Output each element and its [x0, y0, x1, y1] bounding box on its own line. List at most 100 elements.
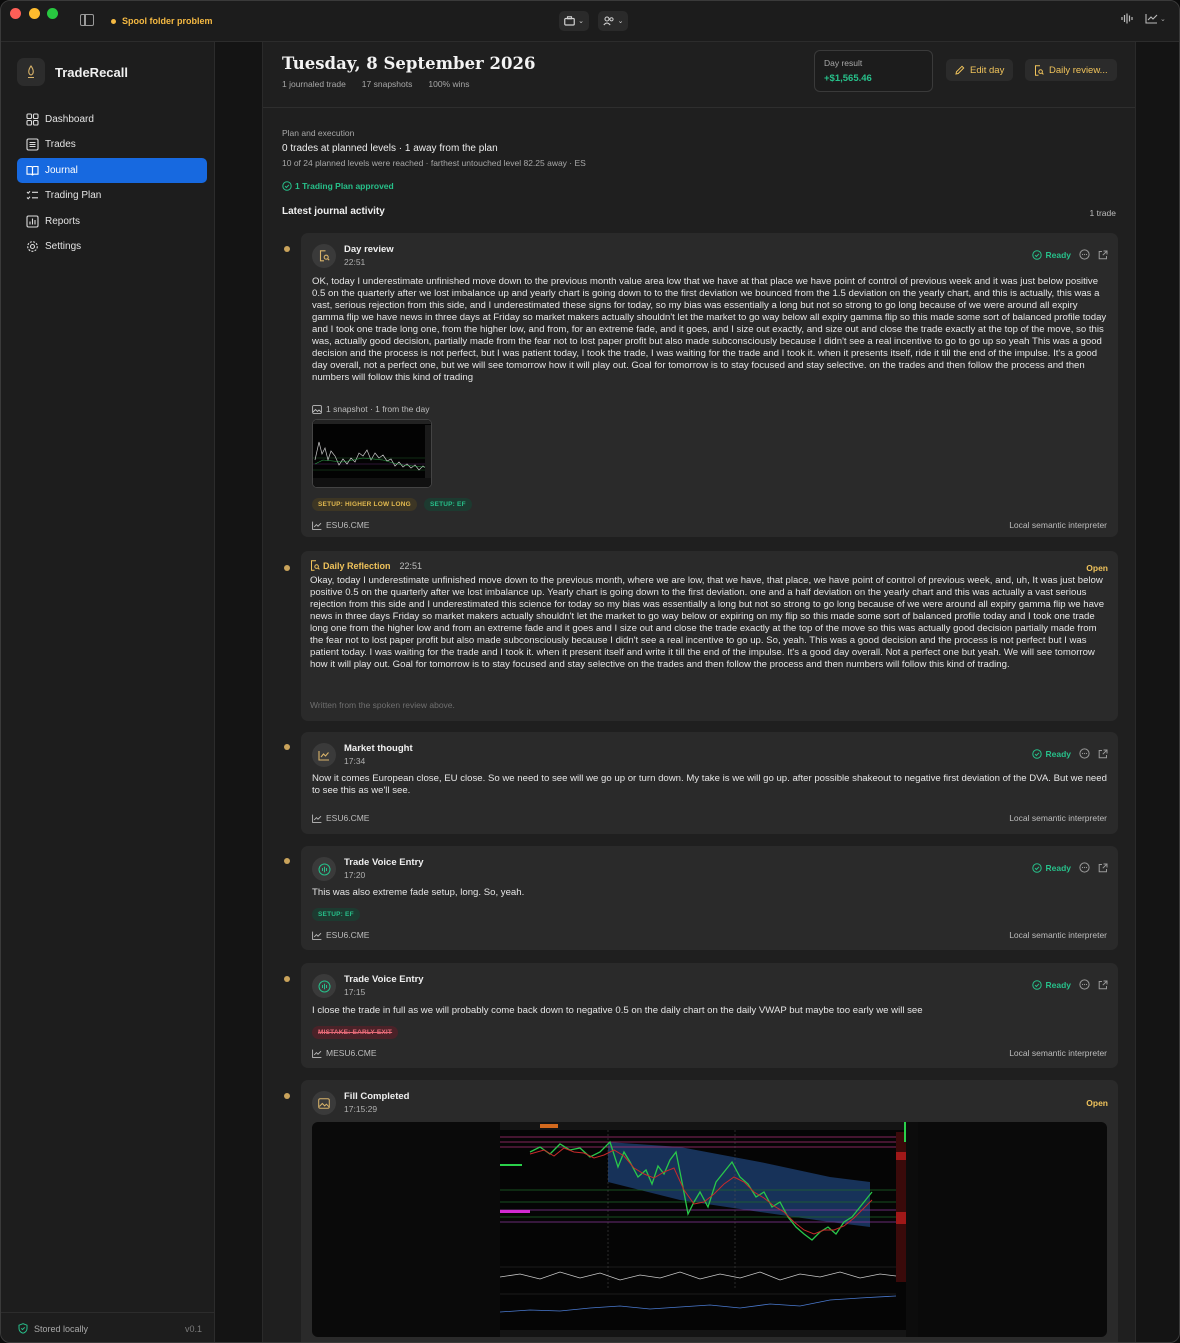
more-options-icon[interactable] — [1079, 862, 1090, 873]
line-chart-icon — [312, 1049, 322, 1058]
entry-status: Ready — [1032, 249, 1108, 260]
check-circle-icon — [1032, 249, 1043, 260]
entry-body: This was also extreme fade setup, long. … — [312, 887, 525, 898]
entry-title: Daily Reflection — [323, 560, 391, 571]
chart-menu-button[interactable]: ⌄ — [1145, 13, 1166, 24]
document-search-icon — [1034, 64, 1044, 76]
sidebar-item-dashboard[interactable]: Dashboard — [17, 107, 207, 132]
plan-approved-label: 1 Trading Plan approved — [295, 181, 394, 191]
more-options-icon[interactable] — [1079, 979, 1090, 990]
more-options-icon[interactable] — [1079, 249, 1090, 260]
warning-dot-icon — [111, 18, 116, 24]
entry-symbol[interactable]: ESU6.CME — [312, 930, 369, 940]
page-title: Tuesday, 8 September 2026 — [282, 54, 536, 73]
ready-badge: Ready — [1032, 749, 1071, 759]
sidebar-item-journal[interactable]: Journal — [17, 157, 207, 183]
snapshot-label: 1 snapshot · 1 from the day — [312, 404, 429, 414]
interpreter-label: Local semantic interpreter — [1009, 520, 1107, 530]
day-result-label: Day result — [824, 58, 863, 68]
app-version: v0.1 — [184, 1323, 202, 1334]
pencil-icon — [955, 65, 965, 75]
timeline-dot — [284, 744, 290, 750]
open-external-icon[interactable] — [1098, 250, 1108, 260]
plan-detail: 10 of 24 planned levels were reached · f… — [282, 158, 586, 168]
spool-warning-label: Spool folder problem — [122, 16, 213, 26]
entry-body: OK, today I underestimate unfinished mov… — [312, 276, 1107, 383]
plan-approved-badge[interactable]: 1 Trading Plan approved — [282, 181, 394, 191]
journal-entry-trade-voice[interactable]: Trade Voice Entry 17:15 Ready I close th… — [301, 963, 1118, 1068]
chevron-down-icon: ⌄ — [617, 18, 624, 25]
open-external-icon[interactable] — [1098, 863, 1108, 873]
setup-tag[interactable]: SETUP: HIGHER LOW LONG — [312, 498, 417, 511]
sidebar: TradeRecall Dashboard Trades Journal Tra… — [1, 42, 215, 1342]
spool-warning[interactable]: Spool folder problem — [111, 16, 213, 26]
edit-day-button[interactable]: Edit day — [946, 59, 1014, 81]
sidebar-toggle-icon[interactable] — [80, 14, 94, 26]
main-area: Tuesday, 8 September 2026 1 journaled tr… — [215, 42, 1179, 1342]
snapshot-thumbnail[interactable] — [312, 419, 432, 488]
open-external-icon[interactable] — [1098, 749, 1108, 759]
sidebar-item-trades[interactable]: Trades — [17, 132, 207, 157]
daily-review-button[interactable]: Daily review... — [1025, 59, 1117, 81]
minimize-window-button[interactable] — [29, 8, 40, 19]
plan-label: Plan and execution — [282, 128, 355, 138]
entry-title: Market thought — [344, 743, 413, 754]
day-result-card: Day result +$1,565.46 — [814, 50, 933, 92]
mistake-tag[interactable]: MISTAKE: EARLY EXIT — [312, 1026, 399, 1039]
ready-label: Ready — [1045, 979, 1071, 990]
interpreter-label: Local semantic interpreter — [1009, 813, 1107, 823]
chevron-down-icon: ⌄ — [578, 18, 584, 25]
waveform-button[interactable] — [1121, 13, 1134, 24]
sidebar-item-trading-plan[interactable]: Trading Plan — [17, 183, 207, 208]
journal-entry-trade-voice[interactable]: Trade Voice Entry 17:20 Ready This was a… — [301, 846, 1118, 950]
entry-symbol[interactable]: MESU6.CME — [312, 1048, 377, 1058]
setup-tag[interactable]: SETUP: EF — [312, 908, 360, 921]
people-menu-button[interactable]: ⌄ — [598, 11, 628, 31]
timeline-dot — [284, 858, 290, 864]
entry-status: Ready — [1032, 862, 1108, 873]
sidebar-item-settings[interactable]: Settings — [17, 234, 207, 259]
line-chart-icon — [1145, 14, 1158, 24]
snapshot-count: 17 snapshots — [361, 79, 413, 89]
win-rate: 100% wins — [428, 79, 470, 89]
sidebar-nav: Dashboard Trades Journal Trading Plan Re… — [17, 107, 207, 259]
reflection-title: Daily Reflection 22:51 — [310, 560, 422, 571]
briefcase-menu-button[interactable]: ⌄ — [559, 11, 589, 31]
more-options-icon[interactable] — [1079, 748, 1090, 759]
timeline-dot — [284, 246, 290, 252]
close-window-button[interactable] — [10, 8, 21, 19]
waveform-icon — [1121, 13, 1133, 24]
entry-symbol[interactable]: ESU6.CME — [312, 813, 369, 823]
zoom-window-button[interactable] — [47, 8, 58, 19]
entry-time: 22:51 — [344, 257, 366, 267]
waveform-icon — [312, 974, 336, 998]
day-result-value: +$1,565.46 — [824, 73, 872, 84]
journal-entry-daily-reflection[interactable]: Daily Reflection 22:51 Open Okay, today … — [301, 551, 1118, 721]
day-meta: 1 journaled trade 17 snapshots 100% wins — [282, 79, 469, 89]
shield-icon — [18, 1323, 28, 1334]
open-external-icon[interactable] — [1098, 980, 1108, 990]
journal-entry-fill-completed[interactable]: Fill Completed 17:15:29 Open — [301, 1080, 1118, 1342]
entry-symbol[interactable]: ESU6.CME — [312, 520, 369, 530]
snapshot-count-label: 1 snapshot · 1 from the day — [326, 404, 430, 414]
journal-entry-day-review[interactable]: Day review 22:51 Ready OK, today I under… — [301, 233, 1118, 537]
sidebar-item-label: Dashboard — [45, 114, 94, 125]
setup-tag[interactable]: SETUP: EF — [424, 498, 472, 511]
chart-snapshot-image — [313, 420, 431, 487]
fill-screenshot-area[interactable] — [312, 1122, 1107, 1337]
day-header: Tuesday, 8 September 2026 1 journaled tr… — [263, 42, 1135, 108]
line-chart-icon — [312, 931, 322, 940]
sidebar-item-label: Trades — [45, 139, 76, 151]
list-icon — [26, 138, 39, 151]
app-window: Spool folder problem ⌄ ⌄ ⌄ TradeRecall D… — [0, 0, 1180, 1343]
entry-time: 22:51 — [399, 560, 423, 571]
checklist-icon — [26, 189, 39, 202]
sidebar-item-reports[interactable]: Reports — [17, 209, 207, 234]
ready-badge: Ready — [1032, 863, 1071, 873]
symbol-label: ESU6.CME — [326, 520, 370, 530]
entry-title: Trade Voice Entry — [344, 857, 424, 868]
journal-entry-market-thought[interactable]: Market thought 17:34 Ready Now it comes … — [301, 732, 1118, 834]
activity-title: Latest journal activity — [282, 206, 385, 217]
ready-badge: Ready — [1032, 980, 1071, 990]
app-name: TradeRecall — [55, 64, 128, 80]
